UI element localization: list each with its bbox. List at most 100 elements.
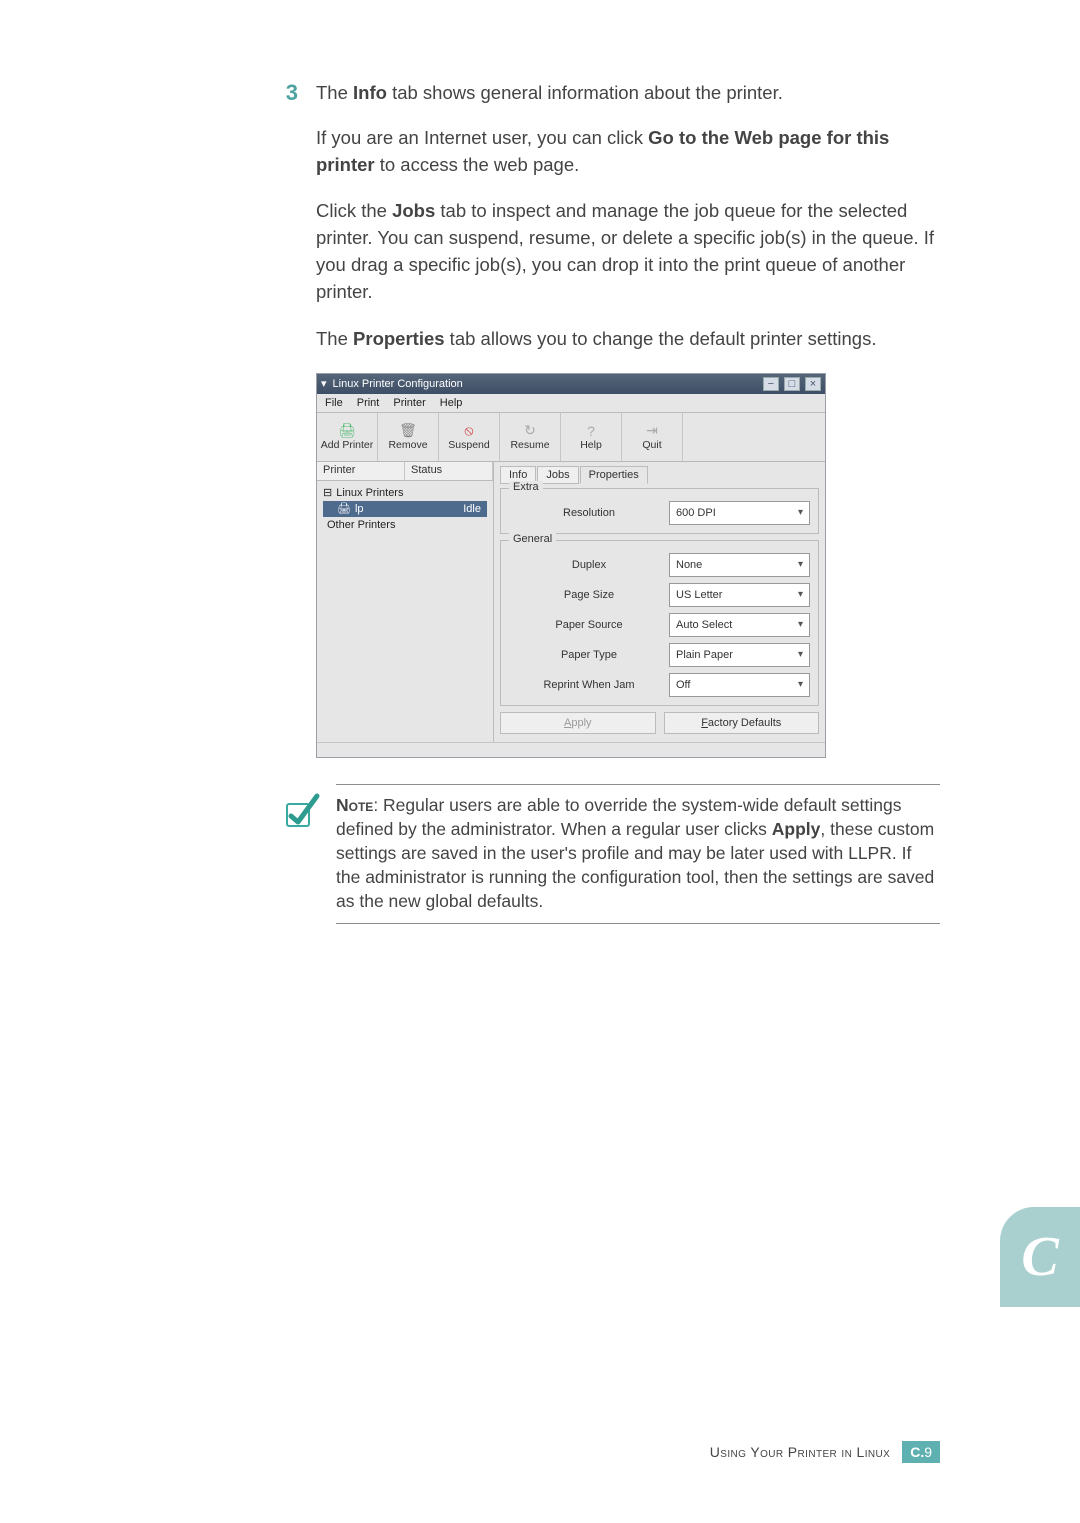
resume-label: Resume [510,439,549,451]
tree-other-printers[interactable]: Other Printers [323,517,487,533]
menu-print[interactable]: Print [357,397,380,409]
factory-defaults-label-rest: actory Defaults [708,717,781,729]
toolbar: 🖨Add Printer 🗑Remove ⦸Suspend ↻Resume ?H… [317,413,825,462]
paragraph-web: If you are an Internet user, you can cli… [316,125,940,179]
status-header[interactable]: Status [405,462,493,480]
printer-list-panel: Printer Status ⊟Linux Printers 🖨lpIdle O… [317,462,494,742]
step-info-word: Info [353,82,387,103]
menu-printer[interactable]: Printer [393,397,425,409]
folder-expanded-icon: ⊟ [323,486,332,499]
suspend-label: Suspend [448,439,489,451]
linux-printers-label: Linux Printers [336,487,403,499]
resume-button[interactable]: ↻Resume [500,413,561,461]
remove-label: Remove [388,439,427,451]
paper-source-select[interactable]: Auto Select ▾ [669,613,810,637]
para1-prefix: If you are an Internet user, you can cli… [316,127,648,148]
step-suffix: tab shows general information about the … [387,82,783,103]
properties-panel: Info Jobs Properties Extra Resolution 60… [494,462,825,742]
page-size-label: Page Size [509,589,669,601]
para2-prefix: Click the [316,200,392,221]
apply-button[interactable]: Apply [500,712,656,734]
paper-type-label: Paper Type [509,649,669,661]
help-button[interactable]: ?Help [561,413,622,461]
apply-label-rest: pply [571,717,591,729]
chevron-down-icon: ▾ [798,559,803,570]
step-prefix: The [316,82,353,103]
chevron-down-icon: ▾ [798,619,803,630]
resize-grip[interactable] [317,742,825,757]
maximize-icon[interactable]: □ [784,377,800,391]
group-general: General Duplex None▾ Page Size US Letter… [500,540,819,706]
page-number: C.9 [902,1441,940,1463]
minimize-icon[interactable]: − [763,377,779,391]
step-number: 3 [280,80,298,106]
menu-file[interactable]: File [325,397,343,409]
tab-jobs[interactable]: Jobs [537,466,578,484]
duplex-label: Duplex [509,559,669,571]
reprint-value: Off [676,679,690,691]
reprint-label: Reprint When Jam [509,679,669,691]
group-general-title: General [509,533,556,545]
reprint-select[interactable]: Off ▾ [669,673,810,697]
duplex-select[interactable]: None ▾ [669,553,810,577]
page-num: 9 [924,1444,932,1460]
paper-type-select[interactable]: Plain Paper ▾ [669,643,810,667]
page-size-select[interactable]: US Letter ▾ [669,583,810,607]
other-printers-label: Other Printers [323,519,395,531]
factory-defaults-button[interactable]: Factory Defaults [664,712,820,734]
tab-properties[interactable]: Properties [580,466,648,484]
screenshot-window: ▾ Linux Printer Configuration − □ × File… [316,373,826,758]
note-label: Note [336,795,373,815]
quit-icon: ⇥ [646,422,658,439]
para1-suffix: to access the web page. [375,154,580,175]
note-text: Note: Regular users are able to override… [336,784,940,925]
close-icon[interactable]: × [805,377,821,391]
duplex-value: None [676,559,702,571]
remove-button[interactable]: 🗑Remove [378,413,439,461]
paper-source-value: Auto Select [676,619,732,631]
printer-add-icon: 🖨 [338,422,356,439]
printer-remove-icon: 🗑 [399,422,417,439]
help-label: Help [580,439,602,451]
paragraph-jobs: Click the Jobs tab to inspect and manage… [316,198,940,305]
chevron-down-icon: ▾ [321,377,327,390]
note-apply: Apply [772,819,821,839]
quit-button[interactable]: ⇥Quit [622,413,683,461]
chevron-down-icon: ▾ [798,589,803,600]
chevron-down-icon: ▾ [798,507,803,518]
page-size-value: US Letter [676,589,722,601]
resolution-label: Resolution [509,507,669,519]
note-check-icon [280,784,322,830]
tree-linux-printers[interactable]: ⊟ Linux Printers [323,485,487,501]
paper-type-value: Plain Paper [676,649,733,661]
para3-bold: Properties [353,328,445,349]
section-tab: C [1000,1207,1080,1307]
resolution-value: 600 DPI [676,507,716,519]
chevron-down-icon: ▾ [798,649,803,660]
tree-printer-lp[interactable]: 🖨lpIdle [323,501,487,517]
printer-icon: 🖨 [337,502,351,515]
add-printer-label: Add Printer [321,439,374,451]
menu-help[interactable]: Help [440,397,463,409]
group-extra: Extra Resolution 600 DPI▾ [500,488,819,534]
para2-bold: Jobs [392,200,435,221]
paragraph-properties: The Properties tab allows you to change … [316,326,940,353]
para3-suffix: tab allows you to change the default pri… [445,328,877,349]
window-titlebar[interactable]: ▾ Linux Printer Configuration − □ × [317,374,825,394]
resume-icon: ↻ [524,422,536,439]
lp-name: lp [355,503,364,515]
paper-source-label: Paper Source [509,619,669,631]
step-text: The Info tab shows general information a… [316,80,783,107]
printer-header[interactable]: Printer [317,462,405,480]
suspend-button[interactable]: ⦸Suspend [439,413,500,461]
quit-label: Quit [642,439,661,451]
chevron-down-icon: ▾ [798,679,803,690]
footer-text: Using Your Printer in Linux [710,1444,890,1460]
menubar: File Print Printer Help [317,394,825,413]
stop-icon: ⦸ [464,422,473,439]
add-printer-button[interactable]: 🖨Add Printer [317,413,378,461]
page-letter: C. [910,1444,924,1460]
para3-prefix: The [316,328,353,349]
help-icon: ? [587,423,595,439]
resolution-select[interactable]: 600 DPI ▾ [669,501,810,525]
